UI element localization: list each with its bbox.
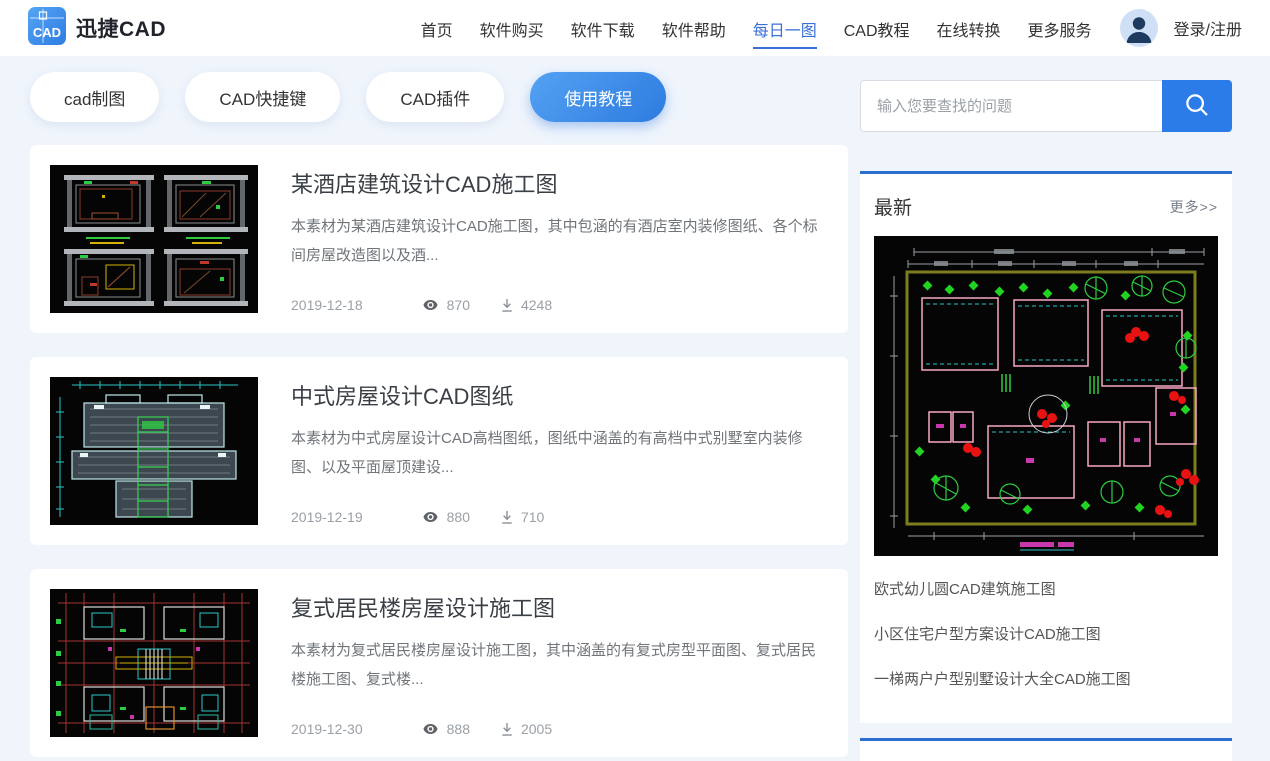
filter-pill-tutorials[interactable]: 使用教程 [530,72,666,122]
eye-icon [421,297,440,313]
views-group: 880 [421,509,470,525]
article-card[interactable]: 某酒店建筑设计CAD施工图 本素材为某酒店建筑设计CAD施工图，其中包涵的有酒店… [30,145,848,333]
article-description: 本素材为中式房屋设计CAD高档图纸，图纸中涵盖的有高档中式别墅室内装修图、以及平… [291,424,828,483]
nav-item-home[interactable]: 首页 [421,11,453,46]
latest-title: 最新 [874,193,912,220]
cad-elevation-drawing [50,165,258,313]
article-thumbnail[interactable] [50,165,258,313]
main-nav: 首页 软件购买 软件下载 软件帮助 每日一图 CAD教程 在线转换 更多服务 [421,11,1092,46]
brand[interactable]: CAD 迅捷CAD [28,7,166,50]
download-icon [500,510,514,525]
nav-item-help[interactable]: 软件帮助 [662,11,726,46]
filter-pill-plugins[interactable]: CAD插件 [366,72,504,122]
views-count: 870 [447,297,470,313]
search-box [860,80,1232,132]
hottest-panel-head: 最热 更多>> [874,741,1218,761]
filter-pill-cad-drawing[interactable]: cad制图 [30,72,159,122]
nav-item-tutorials[interactable]: CAD教程 [844,11,910,46]
sidebar: 最新 更多>> [860,72,1232,761]
account-area: 登录/注册 [1120,9,1242,47]
nav-item-online-convert[interactable]: 在线转换 [937,11,1001,46]
category-filter-bar: cad制图 CAD快捷键 CAD插件 使用教程 [30,72,848,122]
cad-floorplan-drawing [50,377,258,525]
article-title[interactable]: 复式居民楼房屋设计施工图 [291,591,828,623]
views-count: 880 [447,509,470,525]
article-meta: 2019-12-30 888 2005 [291,721,828,737]
top-navigation-bar: CAD 迅捷CAD 首页 软件购买 软件下载 软件帮助 每日一图 CAD教程 在… [0,0,1270,56]
search-input[interactable] [860,80,1162,132]
download-icon [500,722,514,737]
article-description: 本素材为某酒店建筑设计CAD施工图，其中包涵的有酒店室内装修图纸、各个标间房屋改… [291,212,828,271]
downloads-group: 2005 [500,721,552,737]
downloads-count: 4248 [521,297,552,313]
downloads-count: 2005 [521,721,552,737]
cad-duplex-plan-drawing [50,589,258,737]
article-description: 本素材为复式居民楼房屋设计施工图，其中涵盖的有复式房型平面图、复式居民楼施工图、… [291,636,828,695]
views-count: 888 [447,721,470,737]
latest-more-link[interactable]: 更多>> [1170,197,1218,217]
eye-icon [421,721,440,737]
views-group: 870 [421,297,470,313]
search-button[interactable] [1162,80,1232,132]
page-content: cad制图 CAD快捷键 CAD插件 使用教程 [0,56,1270,761]
article-date: 2019-12-18 [291,297,363,313]
latest-featured-image[interactable] [874,236,1218,556]
brand-name: 迅捷CAD [76,13,166,43]
user-avatar-icon[interactable] [1120,9,1158,47]
article-card[interactable]: 中式房屋设计CAD图纸 本素材为中式房屋设计CAD高档图纸，图纸中涵盖的有高档中… [30,357,848,545]
latest-item[interactable]: 欧式幼儿圆CAD建筑施工图 [874,566,1218,611]
cad-logo-icon: CAD [28,7,66,50]
latest-panel-head: 最新 更多>> [874,174,1218,236]
downloads-count: 710 [521,509,544,525]
article-body: 中式房屋设计CAD图纸 本素材为中式房屋设计CAD高档图纸，图纸中涵盖的有高档中… [291,377,828,525]
article-body: 复式居民楼房屋设计施工图 本素材为复式居民楼房屋设计施工图，其中涵盖的有复式房型… [291,589,828,737]
latest-panel: 最新 更多>> [860,171,1232,723]
nav-item-daily-image[interactable]: 每日一图 [753,11,817,46]
article-date: 2019-12-30 [291,721,363,737]
nav-item-more-services[interactable]: 更多服务 [1028,11,1092,46]
nav-item-purchase[interactable]: 软件购买 [480,11,544,46]
search-icon [1182,90,1212,123]
article-meta: 2019-12-18 870 4248 [291,297,828,313]
login-register-link[interactable]: 登录/注册 [1174,16,1242,40]
article-list: 某酒店建筑设计CAD施工图 本素材为某酒店建筑设计CAD施工图，其中包涵的有酒店… [30,145,848,757]
latest-item[interactable]: 小区住宅户型方案设计CAD施工图 [874,611,1218,656]
downloads-group: 710 [500,509,544,525]
article-card[interactable]: 复式居民楼房屋设计施工图 本素材为复式居民楼房屋设计施工图，其中涵盖的有复式房型… [30,569,848,757]
cad-site-plan-drawing [874,236,1218,556]
latest-item[interactable]: 一梯两户户型别墅设计大全CAD施工图 [874,656,1218,701]
download-icon [500,298,514,313]
article-thumbnail[interactable] [50,589,258,737]
article-title[interactable]: 中式房屋设计CAD图纸 [291,379,828,411]
downloads-group: 4248 [500,297,552,313]
article-date: 2019-12-19 [291,509,363,525]
nav-item-download[interactable]: 软件下载 [571,11,635,46]
filter-pill-shortcuts[interactable]: CAD快捷键 [185,72,340,122]
views-group: 888 [421,721,470,737]
article-thumbnail[interactable] [50,377,258,525]
latest-article-list: 欧式幼儿圆CAD建筑施工图 小区住宅户型方案设计CAD施工图 一梯两户户型别墅设… [874,566,1218,701]
article-title[interactable]: 某酒店建筑设计CAD施工图 [291,167,828,199]
article-body: 某酒店建筑设计CAD施工图 本素材为某酒店建筑设计CAD施工图，其中包涵的有酒店… [291,165,828,313]
eye-icon [421,509,440,525]
article-column: cad制图 CAD快捷键 CAD插件 使用教程 [30,72,848,761]
hottest-panel: 最热 更多>> [860,738,1232,761]
svg-text:CAD: CAD [33,25,61,40]
article-meta: 2019-12-19 880 710 [291,509,828,525]
